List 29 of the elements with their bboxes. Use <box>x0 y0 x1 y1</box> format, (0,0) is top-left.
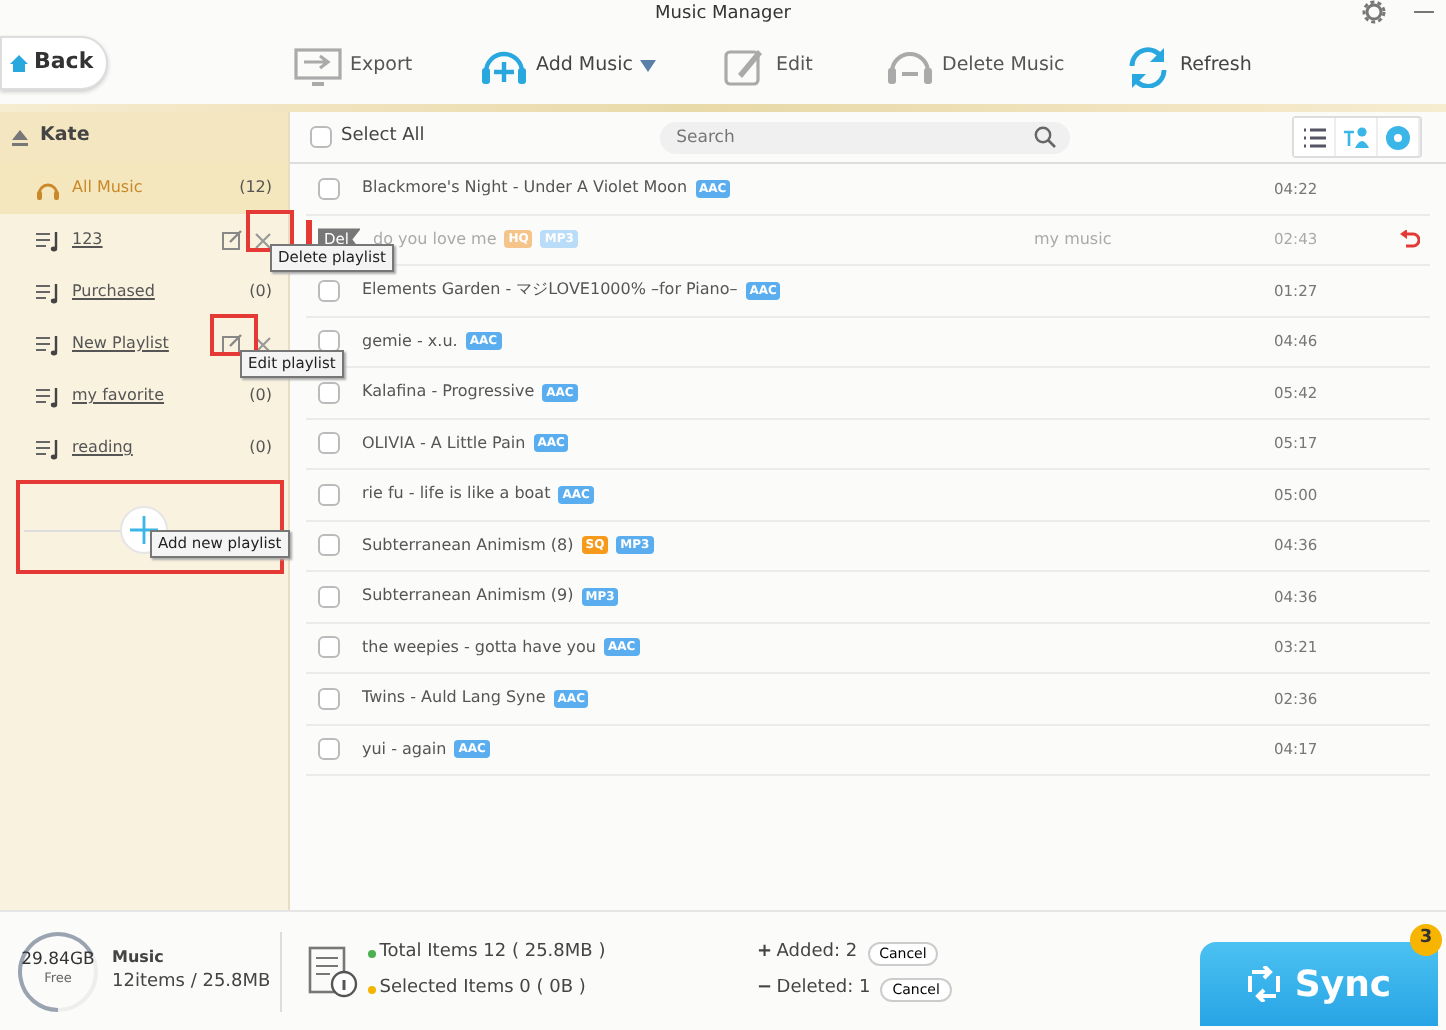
item-count: (0) <box>249 436 272 460</box>
song-title: gemie - x.u. <box>362 329 458 354</box>
selected-items: Selected Items 0 ( 0B ) <box>379 975 586 1002</box>
item-count: (0) <box>249 384 272 408</box>
change-sign: − <box>757 975 773 1002</box>
song-title: the weepies - gotta have you <box>362 635 596 660</box>
category-label: Music <box>112 945 166 970</box>
song-title: Blackmore's Night - Under A Violet Moon <box>362 176 688 201</box>
song-title: OLIVIA - A Little Pain <box>362 431 526 456</box>
song-title: Subterranean Animism (9) <box>362 584 574 609</box>
item-count: (0) <box>249 280 272 304</box>
song-title: do you love me <box>372 227 497 250</box>
change-count: Added: 2 <box>776 939 858 966</box>
album-name: my music <box>1034 227 1112 252</box>
song-title: Subterranean Animism (8) <box>362 533 574 558</box>
device-name: Kate <box>40 122 90 151</box>
song-title: Twins - Auld Lang Syne <box>362 686 546 711</box>
item-count: (12) <box>239 176 272 200</box>
usage-text: 12items / 25.8MB <box>112 969 272 996</box>
song-title: rie fu - life is like a boat <box>362 482 551 507</box>
change-sign: + <box>757 939 773 966</box>
song-title: yui - again <box>362 737 447 762</box>
change-count: Deleted: 1 <box>776 975 871 1002</box>
window-title: Music Manager <box>655 2 791 29</box>
song-title: Elements Garden - マジLOVE1000% –for Piano– <box>362 278 738 303</box>
song-title: Kalafina - Progressive <box>362 380 535 405</box>
free-space: 29.84GB <box>21 951 95 971</box>
total-items: Total Items 12 ( 25.8MB ) <box>379 939 606 966</box>
sync-count-badge: 3 <box>1410 924 1442 956</box>
